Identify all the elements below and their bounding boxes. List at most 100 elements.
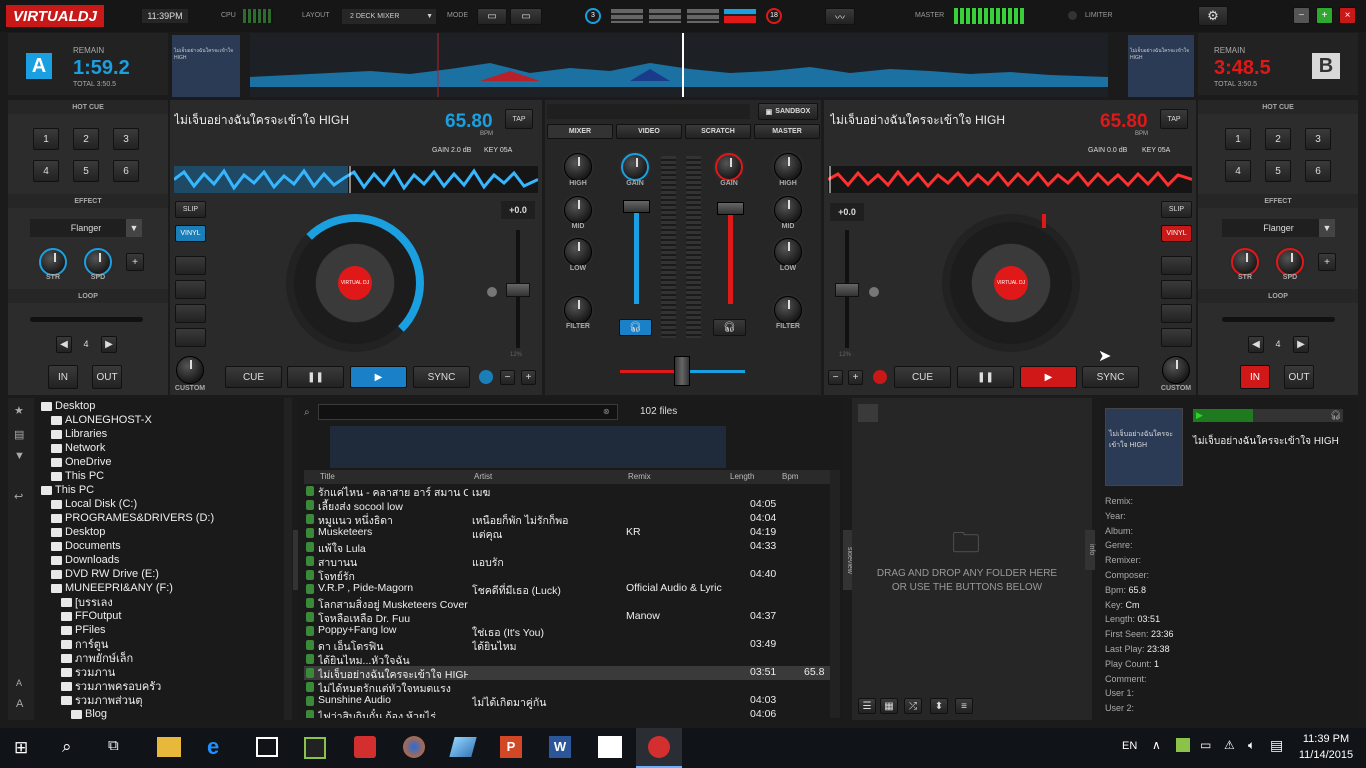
gain-right-knob[interactable]: [715, 153, 743, 181]
effect-str-knob-b[interactable]: [1231, 248, 1259, 276]
clock-time[interactable]: 11:39 PM: [1300, 733, 1352, 745]
deck-b-pitch-reset[interactable]: [869, 287, 879, 297]
sideview-tool-2[interactable]: ▦: [880, 698, 898, 714]
sideview-tool-3[interactable]: ⤮: [904, 698, 922, 714]
deck-layout-bar-2[interactable]: [649, 9, 681, 23]
search-clear-icon[interactable]: ⊗: [603, 407, 610, 416]
tree-item[interactable]: Network: [51, 441, 105, 455]
table-row[interactable]: ไม่เจ็บอย่างฉันใครจะเข้าใจ HIGH 03:51 65.8: [304, 666, 836, 681]
loop-double-button[interactable]: ▶: [101, 336, 117, 353]
deck-b-remain-time[interactable]: 3:48.5: [1214, 57, 1271, 80]
layout-select[interactable]: 2 DECK MIXER ▼: [342, 9, 436, 24]
table-row[interactable]: สาบานน แอบรัก: [304, 554, 836, 569]
history-icon[interactable]: ↩: [14, 490, 23, 503]
deck-a-pitch-minus[interactable]: −: [500, 370, 515, 385]
hotcue-b-4-button[interactable]: 4: [1225, 160, 1251, 182]
info-tab[interactable]: info: [1085, 530, 1095, 570]
taskbar-firefox[interactable]: [403, 736, 425, 758]
taskbar-edge[interactable]: e: [207, 734, 219, 760]
tree-item[interactable]: Blog: [71, 707, 107, 720]
table-row[interactable]: ได้ยินไหม...หัวใจฉัน: [304, 652, 836, 667]
deck-a-slip-button[interactable]: SLIP: [175, 201, 206, 218]
minimize-button[interactable]: −: [1293, 7, 1310, 24]
tree-item[interactable]: Downloads: [51, 553, 119, 567]
hotcue-2-button[interactable]: 2: [73, 128, 99, 150]
volume-fader-left-handle[interactable]: [623, 200, 650, 213]
hotcue-b-5-button[interactable]: 5: [1265, 160, 1291, 182]
effect-spd-knob-b[interactable]: [1276, 248, 1304, 276]
tab-scratch[interactable]: SCRATCH: [685, 124, 751, 139]
eq-mid-right-knob[interactable]: [774, 196, 802, 224]
sideview-tool-1[interactable]: ☰: [858, 698, 876, 714]
table-row[interactable]: หมูแนว หนึ่งธิดา เหนือยก็พัก ไม่รักก็พอ 04…: [304, 512, 836, 527]
column-artist[interactable]: Artist: [474, 472, 492, 481]
loop-half-button-b[interactable]: ◀: [1248, 336, 1264, 353]
tab-mixer[interactable]: MIXER: [547, 124, 613, 139]
deck-b-play-button[interactable]: ▶: [1020, 366, 1077, 388]
hotcue-b-3-button[interactable]: 3: [1305, 128, 1331, 150]
table-row[interactable]: ดา เอ็นโดรฟิน ได้ยินไหม 03:49: [304, 638, 836, 653]
deck-a-sync-lock-icon[interactable]: [479, 370, 493, 384]
sandbox-button[interactable]: ▣ SANDBOX: [758, 103, 818, 120]
loop-slider[interactable]: [30, 317, 143, 322]
table-row[interactable]: V.R.P , Pide-Magorn โชคดีที่มีเธอ (Luck) O…: [304, 582, 836, 597]
zoom-text-large-icon[interactable]: A: [16, 698, 23, 710]
deck-layout-bar-3[interactable]: [687, 9, 719, 23]
pfl-right-button[interactable]: 🎧︎: [713, 319, 746, 336]
maximize-button[interactable]: +: [1316, 7, 1333, 24]
taskbar-app-red[interactable]: [354, 736, 376, 758]
deck-a-pitch-handle[interactable]: [506, 283, 530, 297]
table-row[interactable]: แพ้ใจ Lula 04:33: [304, 540, 836, 555]
column-bpm[interactable]: Bpm: [782, 472, 798, 481]
loop-slider-b[interactable]: [1222, 317, 1335, 322]
deck-a-jogwheel[interactable]: VIRTUAL DJ: [286, 214, 424, 352]
hotcue-5-button[interactable]: 5: [73, 160, 99, 182]
mode-button-2[interactable]: ▭: [510, 8, 542, 25]
deck-a-tap-button[interactable]: TAP: [505, 109, 533, 129]
hotcue-4-button[interactable]: 4: [33, 160, 59, 182]
taskbar-store[interactable]: [256, 737, 278, 757]
start-button[interactable]: ⊞: [14, 738, 34, 758]
language-indicator[interactable]: EN: [1122, 740, 1137, 752]
loop-half-button[interactable]: ◀: [56, 336, 72, 353]
table-row[interactable]: โจหลือเหลือ Dr. Fuu Manow 04:37: [304, 610, 836, 625]
sideview-tool-4[interactable]: ⬍: [930, 698, 948, 714]
deck-a-play-button[interactable]: ▶: [350, 366, 407, 388]
filter-left-knob[interactable]: [564, 296, 592, 324]
star-icon[interactable]: ★: [14, 404, 24, 417]
effect-spd-knob[interactable]: [84, 248, 112, 276]
overview-waveform[interactable]: [250, 33, 1108, 97]
effect-select-b[interactable]: Flanger ▼: [1222, 219, 1335, 237]
limiter-indicator[interactable]: [1068, 11, 1077, 20]
deck-a-pad-3[interactable]: [175, 304, 206, 323]
taskbar-powerpoint[interactable]: P: [500, 736, 522, 758]
tray-chevron-icon[interactable]: ∧: [1152, 738, 1161, 752]
loop-out-button[interactable]: OUT: [92, 365, 122, 389]
deck-a-pad-1[interactable]: [175, 256, 206, 275]
info-preview-bar[interactable]: [1193, 409, 1343, 422]
taskbar-word[interactable]: W: [549, 736, 571, 758]
hotcue-1-button[interactable]: 1: [33, 128, 59, 150]
table-row[interactable]: ไฟว่าสิบกิมกั๋น ก้อง ห้วยไร่ 04:06: [304, 708, 836, 718]
sideview-header-button[interactable]: [858, 404, 878, 422]
taskbar-explorer[interactable]: [157, 737, 181, 757]
tree-item[interactable]: This PC: [51, 469, 104, 483]
filter-icon[interactable]: ▼: [14, 450, 25, 462]
tree-item[interactable]: Desktop: [51, 525, 105, 539]
tree-item[interactable]: รวมภาพส่วนตุ: [61, 693, 143, 707]
effect-str-knob[interactable]: [39, 248, 67, 276]
loop-out-button-b[interactable]: OUT: [1284, 365, 1314, 389]
tree-item[interactable]: DVD RW Drive (E:): [51, 567, 159, 581]
mode-button-1[interactable]: ▭: [477, 8, 507, 25]
deck-b-gain[interactable]: GAIN 0.0 dB: [1088, 147, 1127, 154]
deck-a-bpm[interactable]: 65.80: [445, 111, 493, 133]
battery-icon[interactable]: ▭: [1200, 738, 1211, 752]
tree-item[interactable]: ALONEGHOST-X: [51, 413, 152, 427]
deck-b-pad-1[interactable]: [1161, 256, 1192, 275]
hotcue-b-1-button[interactable]: 1: [1225, 128, 1251, 150]
column-title[interactable]: Title: [320, 472, 335, 481]
eq-high-left-knob[interactable]: [564, 153, 592, 181]
deck-b-jogwheel[interactable]: VIRTUAL DJ: [942, 214, 1080, 352]
table-row[interactable]: ไม่ได้หมดรักแต่หัวใจหมดแรง: [304, 680, 836, 695]
table-row[interactable]: โลกสามสิ่งอยู่ Musketeers Cover by @iHea…: [304, 596, 836, 611]
